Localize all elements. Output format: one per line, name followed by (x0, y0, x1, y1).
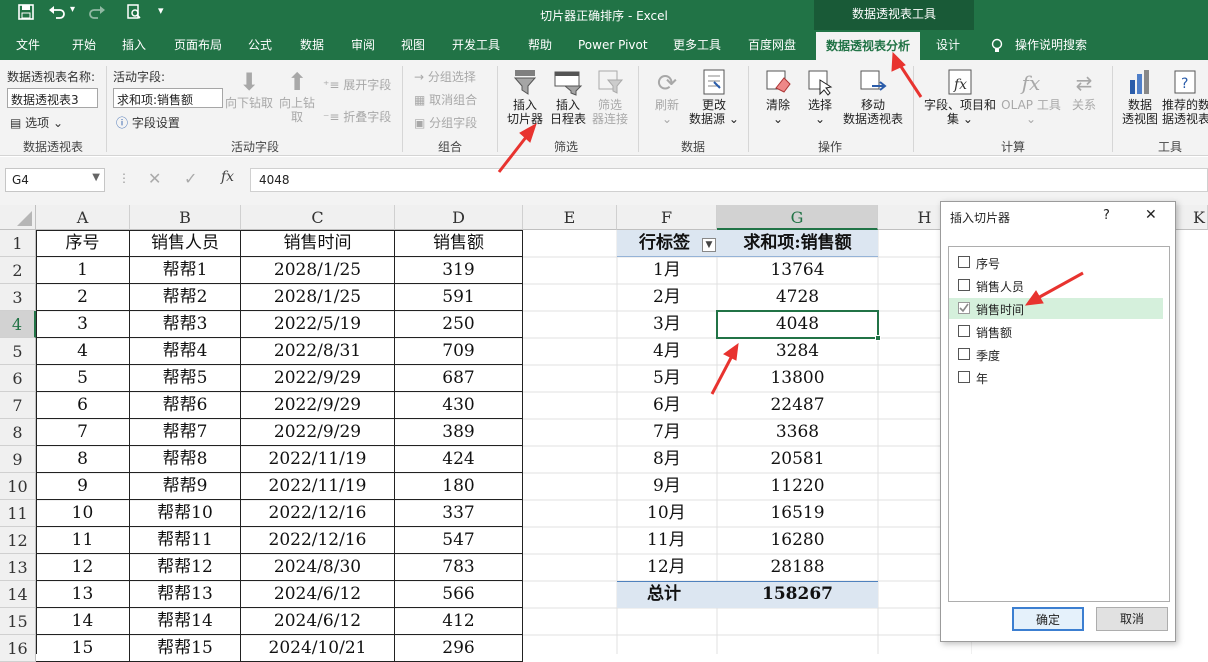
arrow-to-slicer-icon (497, 122, 537, 173)
arrow-to-field-icon (1024, 271, 1084, 306)
annotation-arrows (497, 51, 1084, 395)
arrow-to-cell-icon (710, 342, 739, 395)
arrow-to-tab-icon (891, 51, 923, 98)
